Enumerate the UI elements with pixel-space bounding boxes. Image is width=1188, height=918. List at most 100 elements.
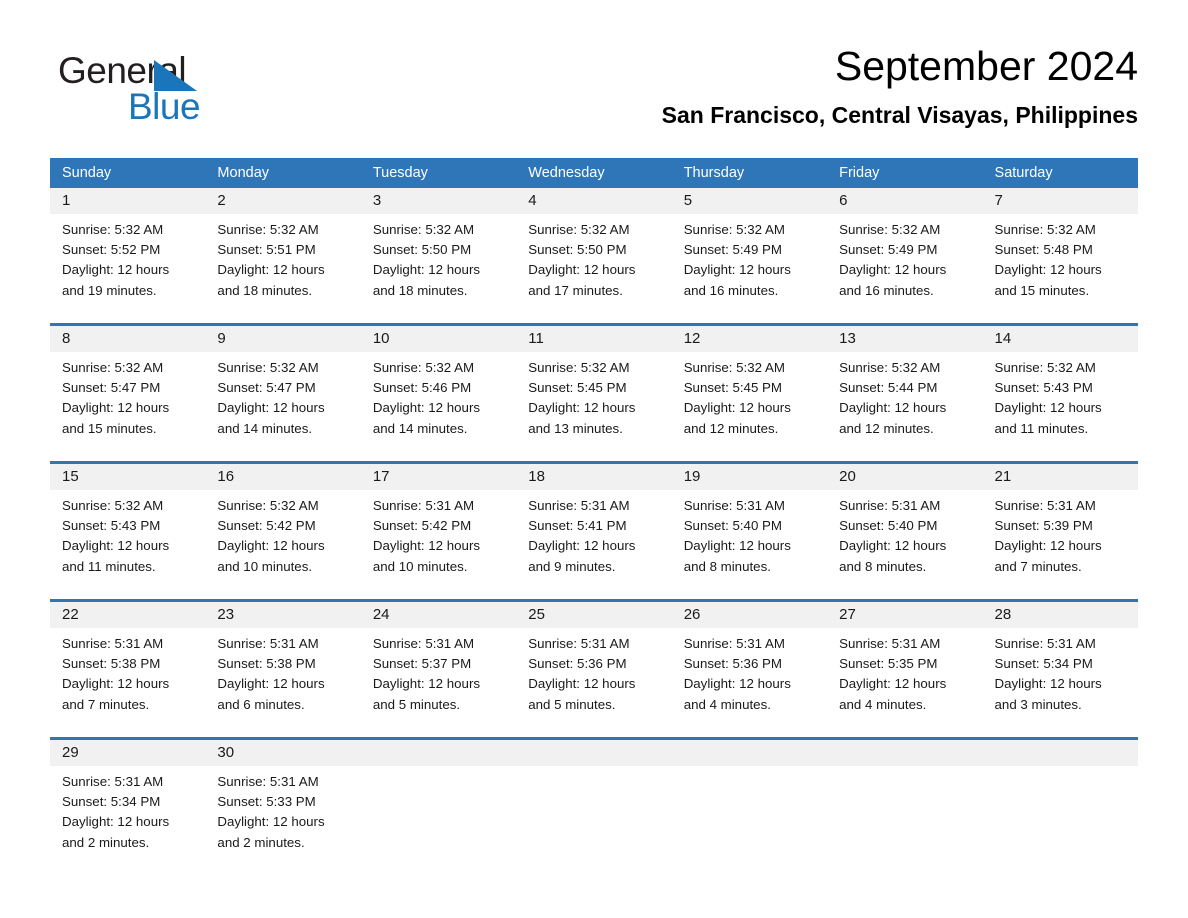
day-cell[interactable]: Sunrise: 5:31 AM Sunset: 5:40 PM Dayligh… [827,490,982,599]
day-number[interactable]: 26 [672,602,827,628]
daylight-text-line1: Daylight: 12 hours [994,676,1102,692]
sunrise-text: Sunrise: 5:32 AM [683,222,785,237]
day-number[interactable]: 5 [672,188,827,214]
day-cell[interactable]: Sunrise: 5:32 AM Sunset: 5:47 PM Dayligh… [50,352,205,461]
day-detail-band: Sunrise: 5:32 AM Sunset: 5:52 PM Dayligh… [50,214,1138,323]
sunset-text: Sunset: 5:51 PM [217,242,316,258]
sunset-text: Sunset: 5:50 PM [372,242,472,258]
sunrise-text: Sunrise: 5:31 AM [62,774,164,789]
day-cell[interactable]: Sunrise: 5:31 AM Sunset: 5:42 PM Dayligh… [361,490,516,599]
day-number[interactable]: 23 [205,602,360,628]
weekday-header-thursday: Thursday [683,165,745,181]
sunrise-text: Sunrise: 5:31 AM [372,498,475,513]
sunset-text: Sunset: 5:45 PM [683,380,782,396]
daylight-text-line1: Daylight: 12 hours [217,400,325,416]
title-block: September 2024 San Francisco, Central Vi… [662,40,1138,132]
week-row: 8 9 10 11 12 13 14 Sunrise: 5:32 AM Suns… [50,323,1138,461]
day-cell[interactable]: Sunrise: 5:32 AM Sunset: 5:46 PM Dayligh… [361,352,516,461]
sunrise-text: Sunrise: 5:32 AM [528,222,630,237]
day-cell[interactable]: Sunrise: 5:31 AM Sunset: 5:34 PM Dayligh… [983,628,1138,737]
sunrise-text: Sunrise: 5:32 AM [683,360,785,375]
daylight-text-line2: and 11 minutes. [62,558,156,574]
day-number[interactable]: 20 [827,464,982,490]
sunset-text: Sunset: 5:43 PM [994,380,1093,396]
daylight-text-line2: and 13 minutes. [528,420,623,436]
daylight-text-line2: and 7 minutes. [62,696,150,712]
daylight-text-line1: Daylight: 12 hours [217,262,325,278]
day-cell[interactable]: Sunrise: 5:31 AM Sunset: 5:33 PM Dayligh… [205,766,360,875]
day-cell[interactable]: Sunrise: 5:32 AM Sunset: 5:49 PM Dayligh… [827,214,982,323]
daylight-text-line1: Daylight: 12 hours [528,538,636,554]
day-number[interactable]: 4 [516,188,671,214]
daylight-text-line2: and 4 minutes. [839,696,927,712]
day-number[interactable]: 17 [361,464,516,490]
daylight-text-line2: and 2 minutes. [217,834,305,850]
calendar-page: General Blue September 2024 San Francisc… [0,0,1188,918]
day-cell[interactable]: Sunrise: 5:31 AM Sunset: 5:38 PM Dayligh… [205,628,360,737]
day-number-empty [516,740,671,766]
day-number[interactable]: 19 [672,464,827,490]
sunset-text: Sunset: 5:49 PM [839,242,938,258]
day-number[interactable]: 28 [983,602,1138,628]
day-number[interactable]: 29 [50,740,205,766]
day-cell[interactable]: Sunrise: 5:31 AM Sunset: 5:34 PM Dayligh… [50,766,205,875]
day-cell[interactable]: Sunrise: 5:32 AM Sunset: 5:44 PM Dayligh… [827,352,982,461]
day-cell[interactable]: Sunrise: 5:31 AM Sunset: 5:36 PM Dayligh… [672,628,827,737]
day-cell[interactable]: Sunrise: 5:32 AM Sunset: 5:42 PM Dayligh… [205,490,360,599]
day-number[interactable]: 1 [50,188,205,214]
day-cell[interactable]: Sunrise: 5:32 AM Sunset: 5:50 PM Dayligh… [361,214,516,323]
day-number[interactable]: 6 [827,188,982,214]
sunset-text: Sunset: 5:42 PM [217,518,316,534]
day-number[interactable]: 3 [361,188,516,214]
daylight-text-line1: Daylight: 12 hours [62,814,170,830]
daylight-text-line1: Daylight: 12 hours [62,538,170,554]
general-blue-logo: General Blue [58,50,318,130]
day-cell[interactable]: Sunrise: 5:31 AM Sunset: 5:39 PM Dayligh… [983,490,1138,599]
day-number[interactable]: 30 [205,740,360,766]
day-number[interactable]: 10 [361,326,516,352]
sunset-text: Sunset: 5:42 PM [372,518,472,534]
day-cell[interactable]: Sunrise: 5:32 AM Sunset: 5:45 PM Dayligh… [672,352,827,461]
day-cell[interactable]: Sunrise: 5:32 AM Sunset: 5:49 PM Dayligh… [672,214,827,323]
day-number[interactable]: 21 [983,464,1138,490]
day-number-band: 15 16 17 18 19 20 21 [50,464,1138,490]
day-cell[interactable]: Sunrise: 5:31 AM Sunset: 5:38 PM Dayligh… [50,628,205,737]
day-cell[interactable]: Sunrise: 5:32 AM Sunset: 5:52 PM Dayligh… [50,214,205,323]
day-cell[interactable]: Sunrise: 5:31 AM Sunset: 5:41 PM Dayligh… [516,490,671,599]
calendar-table: Sunday Monday Tuesday Wednesday Thursday… [50,158,1138,875]
day-number-band: 1 2 3 4 5 6 7 [50,188,1138,214]
day-cell[interactable]: Sunrise: 5:32 AM Sunset: 5:47 PM Dayligh… [205,352,360,461]
sunrise-text: Sunrise: 5:31 AM [217,774,319,789]
day-number[interactable]: 14 [983,326,1138,352]
day-cell[interactable]: Sunrise: 5:32 AM Sunset: 5:50 PM Dayligh… [516,214,671,323]
day-cell[interactable]: Sunrise: 5:32 AM Sunset: 5:43 PM Dayligh… [983,352,1138,461]
day-cell[interactable]: Sunrise: 5:31 AM Sunset: 5:36 PM Dayligh… [516,628,671,737]
day-number[interactable]: 15 [50,464,205,490]
day-number[interactable]: 24 [361,602,516,628]
day-number[interactable]: 9 [205,326,360,352]
day-number[interactable]: 2 [205,188,360,214]
day-cell[interactable]: Sunrise: 5:32 AM Sunset: 5:43 PM Dayligh… [50,490,205,599]
day-number[interactable]: 27 [827,602,982,628]
day-number[interactable]: 18 [516,464,671,490]
day-number[interactable]: 8 [50,326,205,352]
day-cell[interactable]: Sunrise: 5:31 AM Sunset: 5:37 PM Dayligh… [361,628,516,737]
day-number-empty [672,740,827,766]
sunset-text: Sunset: 5:47 PM [62,380,161,396]
day-cell[interactable]: Sunrise: 5:32 AM Sunset: 5:51 PM Dayligh… [205,214,360,323]
day-cell[interactable]: Sunrise: 5:32 AM Sunset: 5:45 PM Dayligh… [516,352,671,461]
sunset-text: Sunset: 5:48 PM [994,242,1093,258]
day-number[interactable]: 16 [205,464,360,490]
day-number[interactable]: 11 [516,326,671,352]
daylight-text-line1: Daylight: 12 hours [683,262,791,278]
day-cell[interactable]: Sunrise: 5:31 AM Sunset: 5:35 PM Dayligh… [827,628,982,737]
day-cell-empty [983,766,1138,875]
day-cell[interactable]: Sunrise: 5:31 AM Sunset: 5:40 PM Dayligh… [672,490,827,599]
sunset-text: Sunset: 5:34 PM [994,656,1093,672]
day-number[interactable]: 22 [50,602,205,628]
day-number[interactable]: 12 [672,326,827,352]
day-cell[interactable]: Sunrise: 5:32 AM Sunset: 5:48 PM Dayligh… [983,214,1138,323]
day-number[interactable]: 13 [827,326,982,352]
day-number[interactable]: 25 [516,602,671,628]
day-number[interactable]: 7 [983,188,1138,214]
